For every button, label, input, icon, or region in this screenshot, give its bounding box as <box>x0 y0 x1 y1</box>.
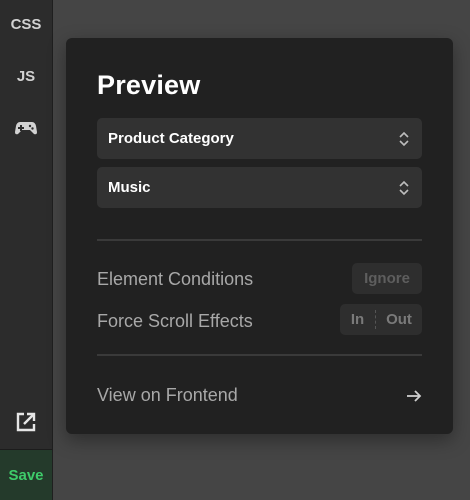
force-scroll-effects-label: Force Scroll Effects <box>97 311 253 331</box>
chevron-up-down-icon <box>399 180 409 196</box>
app-window: CSS JS Save Preview Product Category Mus… <box>0 0 470 500</box>
sidebar-item-game[interactable] <box>0 118 52 142</box>
sidebar-item-css[interactable]: CSS <box>0 16 52 33</box>
chevron-up-down-icon <box>399 131 409 147</box>
select-value: Product Category <box>108 130 234 147</box>
product-category-select[interactable]: Product Category <box>97 118 422 159</box>
gamepad-icon <box>15 122 37 135</box>
divider <box>97 239 422 241</box>
divider <box>97 354 422 356</box>
ignore-button[interactable]: Ignore <box>352 263 422 294</box>
view-on-frontend-link[interactable]: View on Frontend <box>97 385 238 406</box>
music-select[interactable]: Music <box>97 167 422 208</box>
save-button[interactable]: Save <box>0 449 52 500</box>
element-conditions-label: Element Conditions <box>97 269 254 289</box>
sidebar: CSS JS Save <box>0 0 53 500</box>
select-value: Music <box>108 179 151 196</box>
sidebar-item-js[interactable]: JS <box>0 68 52 85</box>
preview-panel: Preview Product Category Music Element C… <box>66 38 453 434</box>
scroll-effects-toggle: In Out <box>340 304 422 335</box>
scroll-out-option[interactable]: Out <box>376 304 422 335</box>
panel-title: Preview <box>97 70 201 100</box>
arrow-right-icon[interactable] <box>406 389 422 403</box>
external-link-icon <box>16 412 36 432</box>
sidebar-item-external[interactable] <box>0 411 52 437</box>
scroll-in-option[interactable]: In <box>340 304 375 335</box>
